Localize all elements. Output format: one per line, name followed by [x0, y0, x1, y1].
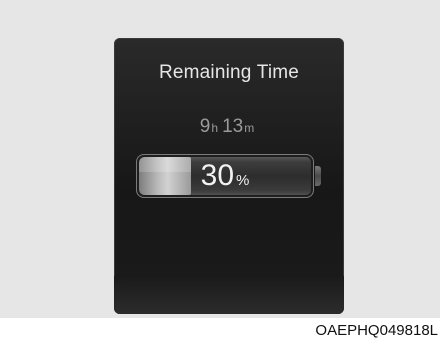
battery-percent: 30%: [136, 154, 314, 198]
cluster-display: Remaining Time 9h 13m 30%: [114, 38, 344, 314]
battery-percent-value: 30: [200, 159, 235, 192]
battery-percent-unit: %: [236, 172, 250, 189]
remaining-time-value: 9h 13m: [114, 116, 344, 138]
minutes-unit: m: [244, 121, 255, 135]
battery-terminal-icon: [315, 166, 321, 186]
figure-background: Remaining Time 9h 13m 30%: [0, 0, 440, 318]
remaining-time-title: Remaining Time: [158, 62, 300, 83]
hours-value: 9: [199, 116, 211, 137]
figure-code: OAEPHQ049818L: [315, 322, 438, 339]
hours-unit: h: [211, 121, 219, 135]
minutes-value: 13: [222, 116, 244, 137]
display-bottom-band: [114, 276, 344, 314]
